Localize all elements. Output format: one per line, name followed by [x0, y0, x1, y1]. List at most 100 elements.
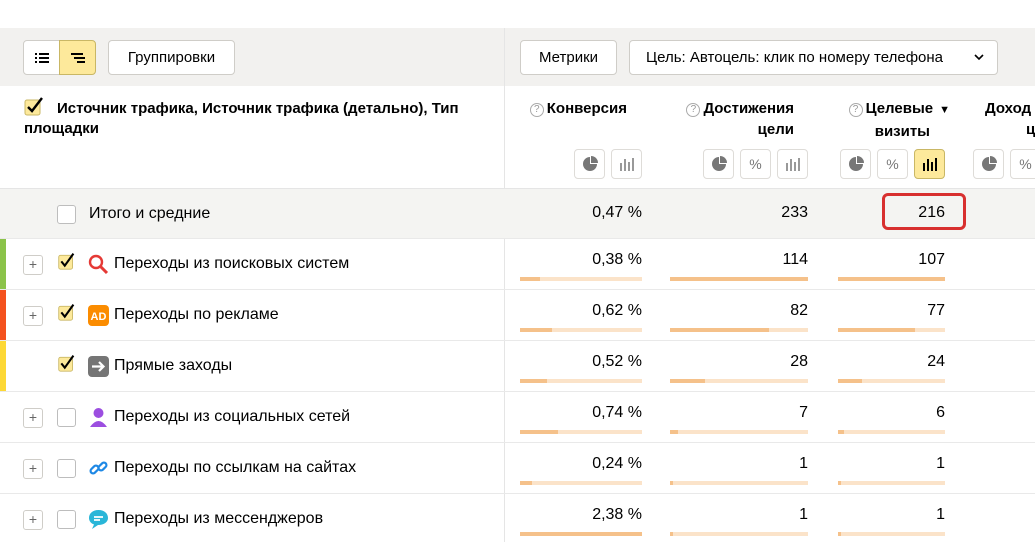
- row-conversion: 0,52 %: [592, 353, 642, 370]
- row-achievements: 7: [799, 404, 808, 421]
- list-icon: [34, 52, 49, 63]
- target-visits-bar: [838, 379, 945, 383]
- table-row[interactable]: + Переходы из поисковых систем 0,38 % 114 10…: [0, 239, 1035, 290]
- row-achievements: 1: [799, 455, 808, 472]
- svg-text:AD: AD: [91, 311, 107, 323]
- total-checkbox[interactable]: [57, 205, 76, 224]
- row-color-stripe: [0, 341, 6, 391]
- conversion-bar: [520, 532, 642, 536]
- row-checkbox-checked[interactable]: [57, 302, 76, 321]
- column-header-achievements[interactable]: ? Достижения цели: [670, 98, 794, 140]
- pie-view-button[interactable]: [574, 149, 605, 179]
- bar-chart-icon: [619, 158, 634, 171]
- conversion-bar-fill: [520, 379, 547, 383]
- achievements-bar-fill: [670, 532, 673, 536]
- chevron-down-icon: [974, 54, 984, 61]
- conversion-bar: [520, 328, 642, 332]
- conversion-bar-fill: [520, 277, 540, 281]
- social-person-icon: [88, 407, 109, 428]
- conversion-bar-fill: [520, 328, 552, 332]
- expand-plus-icon[interactable]: +: [23, 510, 43, 530]
- pie-chart-icon: [711, 156, 727, 171]
- achievements-bar: [670, 379, 808, 383]
- highlight-box: [882, 193, 966, 230]
- sort-desc-icon: ▼: [939, 104, 950, 116]
- list-view-button[interactable]: [23, 40, 60, 75]
- tree-view-button[interactable]: [59, 40, 96, 75]
- row-color-stripe: [0, 239, 6, 289]
- row-conversion: 0,74 %: [592, 404, 642, 421]
- row-checkbox[interactable]: [57, 510, 76, 529]
- table-row[interactable]: + Переходы из мессенджеров 2,38 % 1 1: [0, 494, 1035, 542]
- conversion-bar-fill: [520, 532, 642, 536]
- target-visits-bar: [838, 532, 945, 536]
- dimension-title: Источник трафика, Источник трафика (дета…: [24, 100, 459, 137]
- row-color-stripe: [0, 290, 6, 340]
- bar-chart-icon: [785, 158, 800, 171]
- total-achievements: 233: [781, 204, 808, 221]
- pie-chart-icon: [582, 156, 598, 171]
- row-label: Переходы из социальных сетей: [114, 408, 351, 425]
- row-conversion: 2,38 %: [592, 506, 642, 523]
- expand-plus-icon[interactable]: +: [23, 408, 43, 428]
- achievements-bar-fill: [670, 379, 705, 383]
- target-visits-bar: [838, 481, 945, 485]
- percent-icon: %: [749, 156, 762, 172]
- pie-view-button[interactable]: [840, 149, 871, 179]
- expand-plus-icon[interactable]: +: [23, 459, 43, 479]
- pie-view-button[interactable]: [973, 149, 1004, 179]
- row-checkbox-checked[interactable]: [57, 353, 76, 372]
- conversion-bar: [520, 379, 642, 383]
- table-row[interactable]: + AD Переходы по рекламе 0,62 % 82 77: [0, 290, 1035, 341]
- percent-view-button[interactable]: %: [1010, 149, 1035, 179]
- bar-view-button-active[interactable]: [914, 149, 945, 179]
- conversion-bar-fill: [520, 481, 532, 485]
- row-checkbox-checked[interactable]: [57, 251, 76, 270]
- row-target-visits: 77: [927, 302, 945, 319]
- target-visits-bar-fill: [838, 379, 862, 383]
- pie-view-button[interactable]: [703, 149, 734, 179]
- target-visits-bar: [838, 328, 945, 332]
- table-row[interactable]: Прямые заходы 0,52 % 28 24: [0, 341, 1035, 392]
- help-icon[interactable]: ?: [848, 103, 863, 117]
- row-label: Переходы из поисковых систем: [114, 255, 350, 272]
- row-checkbox[interactable]: [57, 459, 76, 478]
- achievements-bar-fill: [670, 277, 808, 281]
- target-visits-bar-fill: [838, 328, 915, 332]
- messenger-icon: [88, 509, 109, 530]
- bar-view-button[interactable]: [777, 149, 808, 179]
- ad-icon: AD: [88, 305, 109, 326]
- conversion-bar: [520, 481, 642, 485]
- row-checkbox[interactable]: [57, 408, 76, 427]
- bar-view-button[interactable]: [611, 149, 642, 179]
- percent-icon: %: [1019, 156, 1032, 172]
- groupings-button[interactable]: Группировки: [108, 40, 235, 75]
- conversion-bar: [520, 277, 642, 281]
- goal-select[interactable]: Цель: Автоцель: клик по номеру телефона: [629, 40, 998, 75]
- direct-arrow-icon: [88, 356, 109, 377]
- column-header-target-visits[interactable]: ? Целевые ▼ визиты: [838, 98, 950, 142]
- column-header-conversion[interactable]: ? Конверсия: [520, 98, 627, 119]
- achievements-bar: [670, 328, 808, 332]
- achievements-bar: [670, 532, 808, 536]
- column-header-revenue[interactable]: Доход ц: [985, 98, 1035, 140]
- help-icon[interactable]: ?: [529, 103, 544, 117]
- target-visits-bar-fill: [838, 430, 844, 434]
- achievements-bar: [670, 481, 808, 485]
- help-icon[interactable]: ?: [686, 103, 701, 117]
- row-achievements: 28: [790, 353, 808, 370]
- row-label: Прямые заходы: [114, 357, 233, 374]
- expand-plus-icon[interactable]: +: [23, 255, 43, 275]
- target-visits-bar-fill: [838, 277, 945, 281]
- expand-plus-icon[interactable]: +: [23, 306, 43, 326]
- achievements-bar-fill: [670, 430, 678, 434]
- table-row[interactable]: + Переходы по ссылкам на сайтах 0,24 % 1 1: [0, 443, 1035, 494]
- percent-view-button[interactable]: %: [877, 149, 908, 179]
- percent-view-button[interactable]: %: [740, 149, 771, 179]
- metrics-button[interactable]: Метрики: [520, 40, 617, 75]
- achievements-bar: [670, 430, 808, 434]
- row-target-visits: 24: [927, 353, 945, 370]
- target-visits-bar-fill: [838, 532, 841, 536]
- bar-chart-icon: [922, 158, 937, 171]
- table-row[interactable]: + Переходы из социальных сетей 0,74 % 7 6: [0, 392, 1035, 443]
